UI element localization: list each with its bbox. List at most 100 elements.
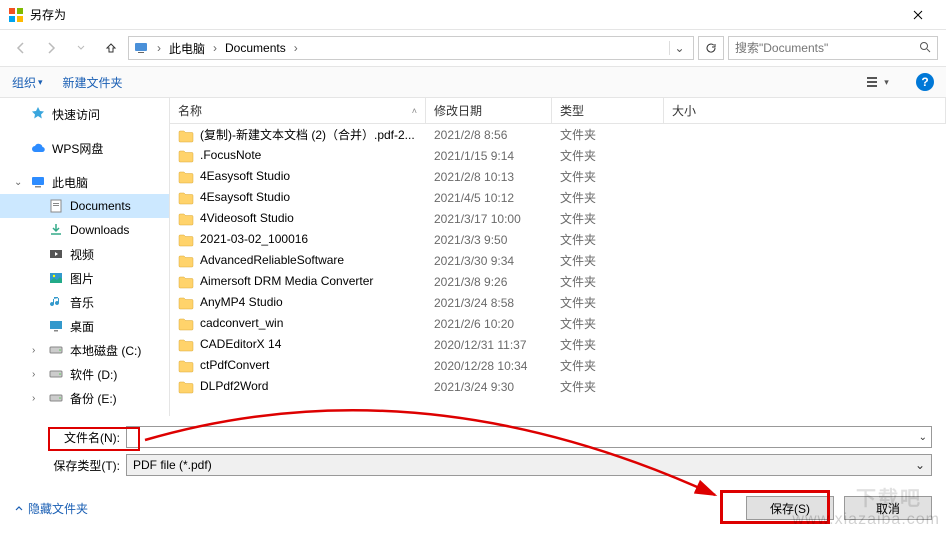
cell-type: 文件夹 <box>552 294 664 311</box>
main-area: 快速访问WPS网盘⌄此电脑DocumentsDownloads视频图片音乐桌面›… <box>0 98 946 416</box>
cell-type: 文件夹 <box>552 231 664 248</box>
close-icon <box>913 10 923 20</box>
file-row[interactable]: .FocusNote2021/1/15 9:14文件夹 <box>170 145 946 166</box>
sidebar-item[interactable]: ›备份 (E:) <box>0 386 169 410</box>
file-row[interactable]: 2021-03-02_1000162021/3/3 9:50文件夹 <box>170 229 946 250</box>
file-row[interactable]: DLPdf2Word2021/3/24 9:30文件夹 <box>170 376 946 397</box>
sidebar-item-label: 快速访问 <box>52 106 100 123</box>
column-type[interactable]: 类型 <box>552 98 664 123</box>
search-box[interactable] <box>728 36 938 60</box>
file-row[interactable]: Aimersoft DRM Media Converter2021/3/8 9:… <box>170 271 946 292</box>
search-input[interactable] <box>735 41 919 55</box>
desktop-icon <box>48 318 64 334</box>
expand-icon[interactable]: ⌄ <box>14 177 24 188</box>
cell-name: AdvancedReliableSoftware <box>170 253 426 268</box>
filename-dropdown[interactable]: ⌄ <box>919 432 927 443</box>
sidebar-item[interactable]: 快速访问 <box>0 102 169 126</box>
view-button[interactable]: ▾ <box>860 71 896 93</box>
file-row[interactable]: CADEditorX 142020/12/31 11:37文件夹 <box>170 334 946 355</box>
sidebar-item-label: 本地磁盘 (C:) <box>70 342 141 359</box>
sidebar-item[interactable]: Documents <box>0 194 169 218</box>
sidebar-item[interactable]: 视频 <box>0 242 169 266</box>
sidebar-item-label: 音乐 <box>70 294 94 311</box>
cell-name: 4Videosoft Studio <box>170 211 426 226</box>
new-folder-button[interactable]: 新建文件夹 <box>63 74 123 91</box>
file-row[interactable]: AnyMP4 Studio2021/3/24 8:58文件夹 <box>170 292 946 313</box>
sidebar-item[interactable]: ⌄此电脑 <box>0 170 169 194</box>
bottom-panel: 文件名(N): ⌄ 保存类型(T): PDF file (*.pdf) ⌄ <box>0 416 946 488</box>
cell-date: 2021/3/30 9:34 <box>426 254 552 268</box>
cell-type: 文件夹 <box>552 147 664 164</box>
star-icon <box>30 106 46 122</box>
column-name[interactable]: 名称˄ <box>170 98 426 123</box>
sidebar-item[interactable]: 桌面 <box>0 314 169 338</box>
file-row[interactable]: 4Easysoft Studio2021/2/8 10:13文件夹 <box>170 166 946 187</box>
footer: 隐藏文件夹 保存(S) 取消 <box>0 488 946 528</box>
sidebar-item-label: 软件 (D:) <box>70 366 117 383</box>
close-button[interactable] <box>898 1 938 29</box>
recent-dropdown[interactable] <box>68 36 94 60</box>
column-size[interactable]: 大小 <box>664 98 946 123</box>
filetype-combo[interactable]: PDF file (*.pdf) ⌄ <box>126 454 932 476</box>
cell-name: cadconvert_win <box>170 316 426 331</box>
sidebar-item[interactable]: 图片 <box>0 266 169 290</box>
breadcrumb-folder[interactable]: Documents <box>221 41 290 55</box>
file-row[interactable]: ctPdfConvert2020/12/28 10:34文件夹 <box>170 355 946 376</box>
file-row[interactable]: AdvancedReliableSoftware2021/3/30 9:34文件… <box>170 250 946 271</box>
cell-date: 2020/12/28 10:34 <box>426 359 552 373</box>
sort-indicator: ˄ <box>412 106 417 116</box>
refresh-button[interactable] <box>698 36 724 60</box>
folder-icon <box>178 212 194 226</box>
cancel-button[interactable]: 取消 <box>844 496 932 520</box>
folder-icon <box>178 170 194 184</box>
save-button[interactable]: 保存(S) <box>746 496 834 520</box>
hide-folders-button[interactable]: 隐藏文件夹 <box>14 500 88 517</box>
expand-icon[interactable]: › <box>32 369 42 380</box>
cloud-icon <box>30 140 46 156</box>
expand-icon[interactable]: › <box>32 345 42 356</box>
sidebar-item[interactable]: Downloads <box>0 218 169 242</box>
up-button[interactable] <box>98 36 124 60</box>
sidebar-item[interactable]: › 本地磁盘 (C:) <box>0 338 169 362</box>
toolbar: 组织 ▾ 新建文件夹 ▾ ? <box>0 66 946 98</box>
file-row[interactable]: 4Videosoft Studio2021/3/17 10:00文件夹 <box>170 208 946 229</box>
folder-icon <box>178 129 194 143</box>
cell-type: 文件夹 <box>552 357 664 374</box>
title-bar: 另存为 <box>0 0 946 30</box>
expand-icon[interactable]: › <box>32 393 42 404</box>
breadcrumb-root[interactable]: 此电脑 <box>165 40 209 57</box>
cell-type: 文件夹 <box>552 168 664 185</box>
help-button[interactable]: ? <box>916 73 934 91</box>
cell-date: 2020/12/31 11:37 <box>426 338 552 352</box>
cell-date: 2021/2/6 10:20 <box>426 317 552 331</box>
column-date[interactable]: 修改日期 <box>426 98 552 123</box>
cell-date: 2021/2/8 10:13 <box>426 170 552 184</box>
cell-date: 2021/2/8 8:56 <box>426 128 552 142</box>
chevron-up-icon <box>14 503 24 513</box>
organize-button[interactable]: 组织 ▾ <box>12 74 43 91</box>
file-row[interactable]: (复制)-新建文本文档 (2)（合并）.pdf-2...2021/2/8 8:5… <box>170 124 946 145</box>
filename-input[interactable] <box>131 430 919 444</box>
file-row[interactable]: 4Esaysoft Studio2021/4/5 10:12文件夹 <box>170 187 946 208</box>
cell-type: 文件夹 <box>552 378 664 395</box>
cell-name: DLPdf2Word <box>170 379 426 394</box>
folder-icon <box>178 296 194 310</box>
search-icon[interactable] <box>919 41 931 56</box>
address-dropdown[interactable]: ⌄ <box>669 41 689 55</box>
music-icon <box>48 294 64 310</box>
file-row[interactable]: cadconvert_win2021/2/6 10:20文件夹 <box>170 313 946 334</box>
address-bar[interactable]: › 此电脑 › Documents › ⌄ <box>128 36 694 60</box>
sidebar-item[interactable]: › 软件 (D:) <box>0 362 169 386</box>
sidebar: 快速访问WPS网盘⌄此电脑DocumentsDownloads视频图片音乐桌面›… <box>0 98 170 416</box>
forward-button[interactable] <box>38 36 64 60</box>
column-header: 名称˄ 修改日期 类型 大小 <box>170 98 946 124</box>
folder-icon <box>178 254 194 268</box>
nav-bar: › 此电脑 › Documents › ⌄ <box>0 30 946 66</box>
back-button[interactable] <box>8 36 34 60</box>
filename-field[interactable]: ⌄ <box>126 426 932 448</box>
cell-type: 文件夹 <box>552 273 664 290</box>
cell-type: 文件夹 <box>552 210 664 227</box>
sidebar-item[interactable]: 音乐 <box>0 290 169 314</box>
filename-row: 文件名(N): ⌄ <box>50 426 932 448</box>
sidebar-item[interactable]: WPS网盘 <box>0 136 169 160</box>
